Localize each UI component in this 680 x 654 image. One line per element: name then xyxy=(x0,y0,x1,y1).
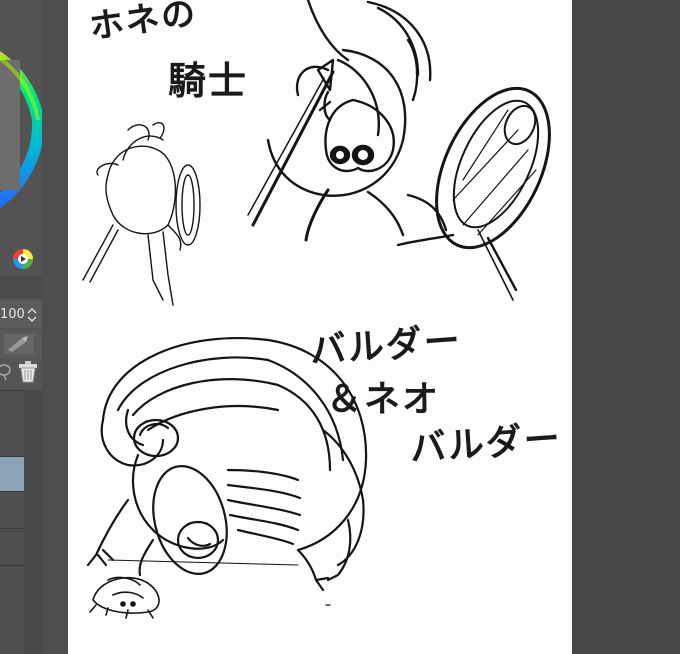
lasso-icon[interactable] xyxy=(0,362,14,382)
opacity-control[interactable]: 100 xyxy=(0,300,42,328)
sketch-caption-line1: バルダー xyxy=(308,319,464,372)
pen-tool-icon[interactable] xyxy=(4,334,34,354)
sketch-caption-line3: バルダー xyxy=(408,417,564,470)
color-wheel-icon[interactable] xyxy=(0,0,42,240)
opacity-value: 100 xyxy=(0,307,25,322)
layer-item[interactable] xyxy=(0,528,24,565)
color-mixer-icon[interactable] xyxy=(12,248,34,270)
sketch-caption-line2: ＆ネオ xyxy=(326,378,441,420)
layer-scrollbar[interactable] xyxy=(24,390,42,654)
canvas-margin xyxy=(42,0,68,654)
drawing-canvas[interactable]: ホネの 騎士 バルダー ＆ネオ バルダー xyxy=(68,0,572,654)
layer-item-selected[interactable] xyxy=(0,456,24,491)
sketch-title-line2: 騎士 xyxy=(168,58,249,103)
layer-tool-row-2 xyxy=(0,358,42,386)
layer-item[interactable] xyxy=(0,565,24,654)
panel-divider xyxy=(0,276,42,298)
spinner-arrows-icon[interactable] xyxy=(27,307,37,323)
right-panel xyxy=(572,0,680,654)
layer-tool-row-1 xyxy=(0,330,42,358)
trash-icon[interactable] xyxy=(17,360,39,384)
layer-item[interactable] xyxy=(0,390,24,456)
left-tool-panel: 100 xyxy=(0,0,42,654)
layer-item[interactable] xyxy=(0,491,24,528)
